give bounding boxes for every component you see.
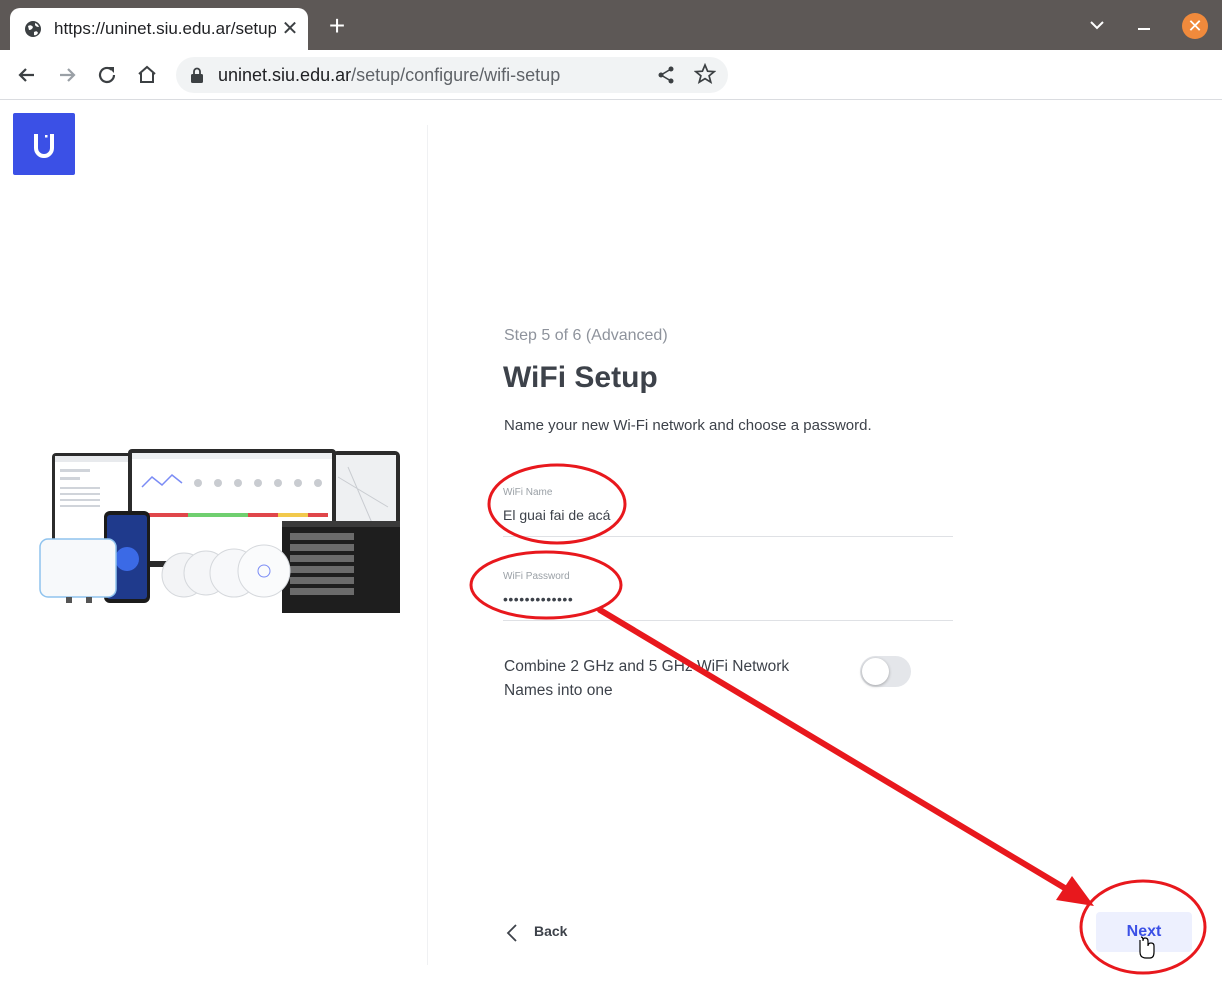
address-bar[interactable]: uninet.siu.edu.ar/setup/configure/wifi-s… — [176, 57, 728, 93]
setup-page: Step 5 of 6 (Advanced) WiFi Setup Name y… — [0, 101, 1222, 981]
page-subtitle: Name your new Wi-Fi network and choose a… — [504, 417, 872, 434]
wifi-name-input[interactable] — [503, 507, 943, 523]
star-icon[interactable] — [694, 63, 716, 85]
ubiquiti-logo — [13, 113, 75, 175]
step-indicator: Step 5 of 6 (Advanced) — [504, 327, 668, 344]
product-illustration — [39, 449, 400, 613]
ubiquiti-u-icon — [34, 134, 54, 158]
next-button[interactable]: Next — [1096, 912, 1192, 952]
toolbar: uninet.siu.edu.ar/setup/configure/wifi-s… — [0, 50, 1222, 138]
tab-title: https://uninet.siu.edu.ar/setup — [54, 19, 276, 38]
minimize-icon[interactable] — [1136, 12, 1152, 38]
url-text: uninet.siu.edu.ar/setup/configure/wifi-s… — [218, 65, 560, 86]
chevron-down-icon[interactable] — [1088, 12, 1106, 38]
tab-strip: https://uninet.siu.edu.ar/setup ✕ + ✕ — [0, 0, 1222, 50]
panel-divider — [427, 125, 428, 965]
share-icon[interactable] — [656, 65, 676, 85]
reload-icon[interactable] — [94, 62, 120, 88]
combine-bands-toggle[interactable] — [860, 656, 911, 687]
globe-icon — [25, 21, 41, 37]
url-path: /setup/configure/wifi-setup — [351, 65, 561, 85]
home-icon[interactable] — [134, 62, 160, 88]
chevron-left-icon — [506, 924, 517, 942]
toggle-knob — [862, 658, 889, 685]
browser-window: https://uninet.siu.edu.ar/setup ✕ + ✕ un… — [0, 0, 1222, 981]
plus-icon[interactable]: + — [324, 12, 350, 40]
page-title: WiFi Setup — [503, 361, 658, 394]
window-close-button[interactable]: ✕ — [1182, 13, 1208, 39]
wifi-password-field[interactable]: WiFi Password ••••••••••••• — [503, 569, 953, 621]
back-arrow-icon[interactable] — [14, 62, 40, 88]
back-label: Back — [534, 923, 568, 939]
wifi-password-label: WiFi Password — [503, 571, 570, 582]
combine-bands-label: Combine 2 GHz and 5 GHz WiFi Network Nam… — [504, 658, 790, 699]
wifi-name-label: WiFi Name — [503, 487, 553, 498]
close-icon[interactable]: ✕ — [280, 19, 300, 39]
wifi-password-input[interactable]: ••••••••••••• — [503, 591, 573, 607]
forward-arrow-icon[interactable] — [54, 62, 80, 88]
url-host: uninet.siu.edu.ar — [218, 65, 352, 85]
lock-icon[interactable] — [190, 67, 204, 83]
wifi-name-field[interactable]: WiFi Name — [503, 485, 953, 537]
active-tab[interactable]: https://uninet.siu.edu.ar/setup ✕ — [10, 8, 308, 50]
